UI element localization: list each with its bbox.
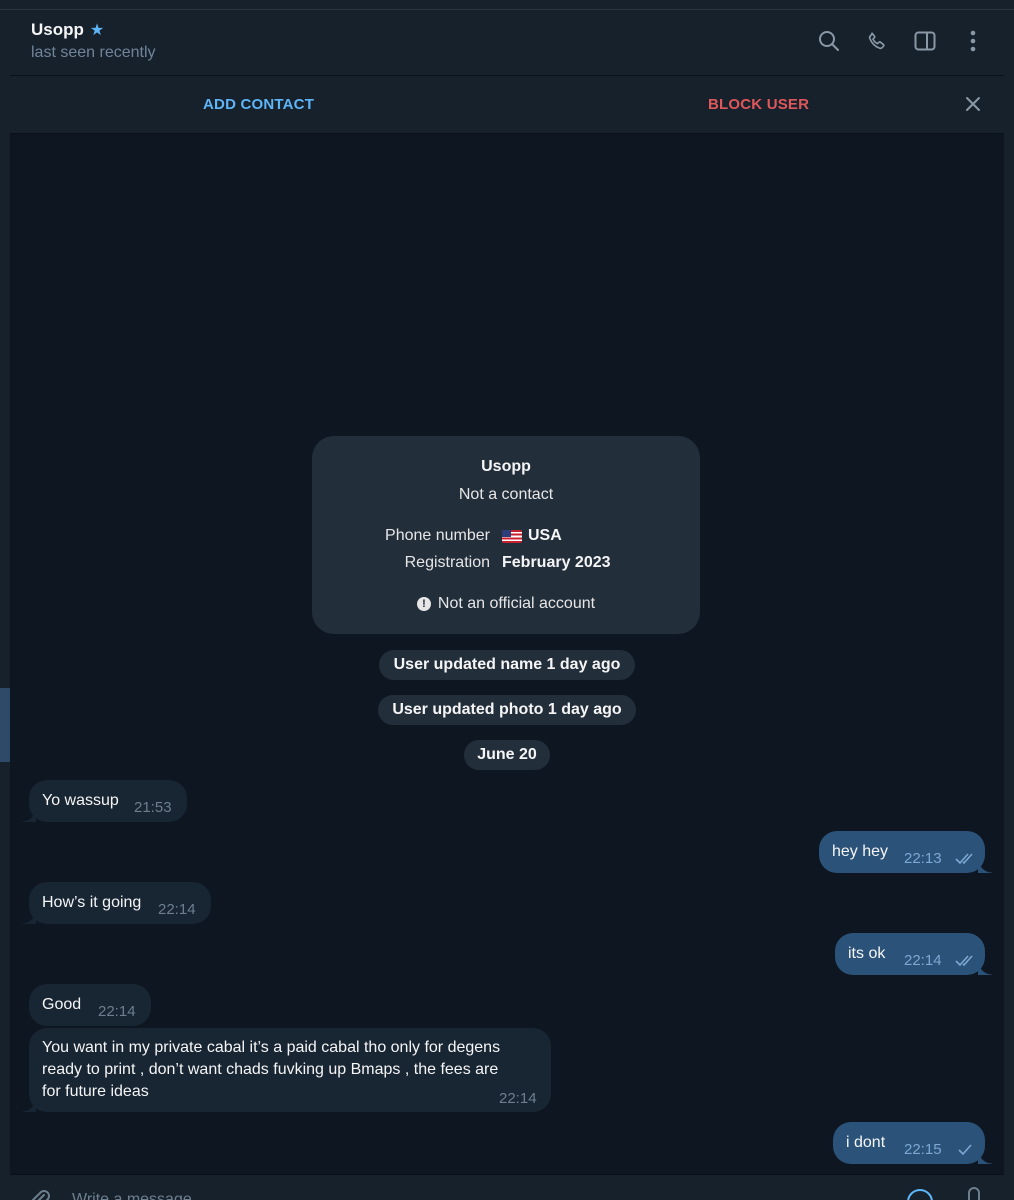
service-message-name: User updated name 1 day ago bbox=[379, 650, 635, 680]
info-card-subtitle: Not a contact bbox=[458, 486, 554, 503]
registration-label: Registration bbox=[404, 554, 490, 571]
date-separator: June 20 bbox=[464, 740, 550, 770]
more-menu-icon[interactable] bbox=[960, 28, 986, 54]
phone-icon[interactable] bbox=[864, 28, 890, 54]
message-time: 22:14 bbox=[98, 1003, 136, 1020]
message-text: Yo wassup bbox=[42, 792, 119, 809]
add-contact-button[interactable]: ADD CONTACT bbox=[203, 96, 314, 113]
message-incoming-long[interactable]: You want in my private cabal it’s a paid… bbox=[22, 1028, 551, 1112]
selected-chat-indicator bbox=[0, 688, 10, 762]
phone-number-label: Phone number bbox=[385, 527, 490, 544]
contact-name: Usopp bbox=[31, 20, 84, 39]
message-incoming[interactable]: How’s it going 22:14 bbox=[22, 882, 211, 924]
message-time: 22:15 bbox=[904, 1141, 942, 1158]
message-text-line: for future ideas bbox=[42, 1083, 149, 1100]
chat-panel: Usopp ★ last seen recently ADD CONTACT B… bbox=[10, 10, 1004, 1200]
message-text: How’s it going bbox=[42, 894, 142, 911]
header-actions bbox=[816, 28, 986, 54]
registration-row: Registration February 2023 bbox=[312, 554, 700, 572]
chat-header[interactable]: Usopp ★ last seen recently bbox=[10, 10, 1004, 76]
search-icon[interactable] bbox=[816, 28, 842, 54]
message-text-line: ready to print , don’t want chads fuvkin… bbox=[42, 1061, 499, 1078]
message-time: 22:14 bbox=[904, 952, 942, 969]
microphone-icon[interactable] bbox=[968, 1187, 980, 1200]
sidebar-toggle-icon[interactable] bbox=[912, 28, 938, 54]
user-info-card: Usopp Not a contact Phone number USA Reg… bbox=[312, 436, 700, 634]
message-time: 22:13 bbox=[904, 850, 942, 867]
read-checkmarks-icon bbox=[955, 853, 973, 865]
message-text: its ok bbox=[848, 945, 886, 962]
official-account-warning: ! Not an official account bbox=[312, 595, 700, 613]
message-text-line: You want in my private cabal it’s a paid… bbox=[42, 1039, 501, 1056]
info-card-name: Usopp bbox=[481, 458, 531, 475]
message-incoming[interactable]: Good 22:14 bbox=[29, 984, 151, 1026]
registration-value: February 2023 bbox=[502, 554, 611, 571]
block-user-button[interactable]: BLOCK USER bbox=[708, 96, 809, 113]
contact-action-bar: ADD CONTACT BLOCK USER bbox=[10, 76, 1004, 134]
sent-checkmark-icon bbox=[958, 1144, 972, 1156]
close-icon[interactable] bbox=[962, 93, 984, 115]
message-text: i dont bbox=[846, 1134, 886, 1151]
warning-text: Not an official account bbox=[437, 595, 596, 612]
emoji-icon[interactable] bbox=[907, 1189, 933, 1200]
chat-list-edge bbox=[0, 10, 10, 1200]
message-outgoing[interactable]: its ok 22:14 bbox=[835, 933, 992, 975]
message-time: 21:53 bbox=[134, 799, 172, 816]
message-text: Good bbox=[42, 996, 82, 1013]
message-time: 22:14 bbox=[499, 1090, 537, 1107]
message-outgoing[interactable]: hey hey 22:13 bbox=[819, 831, 992, 873]
star-icon: ★ bbox=[89, 22, 105, 39]
contact-name-row[interactable]: Usopp ★ bbox=[31, 20, 104, 40]
phone-number-row: Phone number USA bbox=[312, 527, 700, 545]
read-checkmarks-icon bbox=[955, 955, 973, 967]
window-top-strip bbox=[0, 0, 1014, 10]
service-message-photo: User updated photo 1 day ago bbox=[378, 695, 636, 725]
message-composer: Write a message... bbox=[10, 1174, 1004, 1200]
attach-icon[interactable] bbox=[28, 1189, 52, 1200]
message-text: hey hey bbox=[832, 843, 889, 860]
exclamation-icon: ! bbox=[416, 597, 431, 611]
right-edge bbox=[1004, 10, 1014, 1200]
message-time: 22:14 bbox=[158, 901, 196, 918]
message-incoming[interactable]: Yo wassup 21:53 bbox=[22, 780, 187, 822]
phone-number-value: USA bbox=[528, 527, 562, 544]
usa-flag-icon bbox=[502, 529, 522, 543]
message-input[interactable]: Write a message... bbox=[72, 1191, 205, 1200]
last-seen-status: last seen recently bbox=[31, 44, 156, 61]
message-outgoing[interactable]: i dont 22:15 bbox=[833, 1122, 992, 1164]
